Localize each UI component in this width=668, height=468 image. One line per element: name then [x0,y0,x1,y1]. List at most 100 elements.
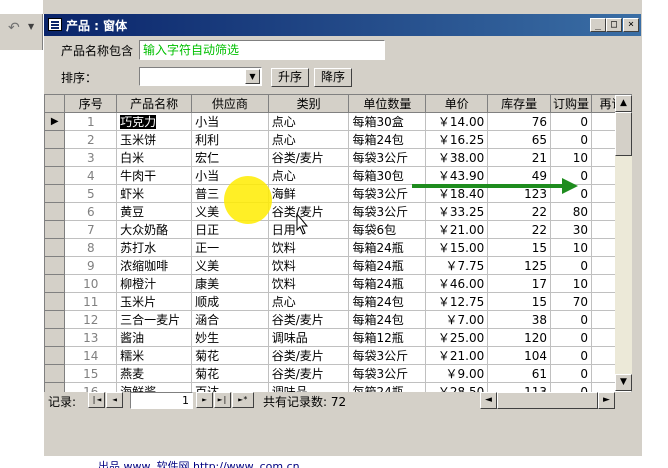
horizontal-scrollbar[interactable]: ◄ ► [480,392,615,409]
record-selector[interactable] [45,130,66,149]
scroll-right-button[interactable]: ► [598,392,615,409]
cell-stock[interactable]: 76 [487,112,552,131]
cell-name[interactable]: 大众奶酪 [116,220,193,239]
cell-stock[interactable]: 15 [487,238,552,257]
cell-unit[interactable]: 每袋3公斤 [348,148,427,167]
cell-stock[interactable]: 22 [487,202,552,221]
cell-name[interactable]: 巧克力 [116,112,193,131]
record-selector[interactable] [45,382,66,392]
cell-name[interactable]: 苏打水 [116,238,193,257]
record-selector[interactable] [45,202,66,221]
cell-unit[interactable]: 每箱30盒 [348,112,427,131]
cell-price[interactable]: ￥33.25 [425,202,489,221]
table-row[interactable]: 11 玉米片 顺成 点心 每箱24包 ￥12.75 15 70 [45,292,632,311]
maximize-button[interactable]: □ [606,18,622,32]
sort-asc-button[interactable]: 升序 [271,68,309,87]
cell-order[interactable]: 0 [550,112,593,131]
cell-supplier[interactable]: 百达 [191,382,269,392]
scroll-up-button[interactable]: ▲ [615,95,632,112]
cell-order[interactable]: 10 [550,148,593,167]
cell-unit[interactable]: 每箱24瓶 [348,274,427,293]
cell-order[interactable]: 0 [550,328,593,347]
cell-supplier[interactable]: 利利 [191,130,269,149]
cell-price[interactable]: ￥21.00 [425,220,489,239]
cell-unit[interactable]: 每箱24包 [348,292,427,311]
table-row[interactable]: 14 糯米 菊花 谷类/麦片 每袋3公斤 ￥21.00 104 0 [45,346,632,365]
sort-desc-button[interactable]: 降序 [314,68,352,87]
cell-order[interactable]: 0 [550,130,593,149]
cell-name[interactable]: 虾米 [116,184,193,203]
chevron-down-icon[interactable]: ▼ [245,69,260,84]
table-row[interactable]: ▶ 1 巧克力 小当 点心 每箱30盒 ￥14.00 76 0 [45,112,632,131]
cell-id[interactable]: 9 [64,256,118,275]
cell-order[interactable]: 10 [550,238,593,257]
close-button[interactable]: × [623,18,639,32]
cell-category[interactable]: 海鲜 [268,184,350,203]
cell-order[interactable]: 0 [550,166,593,185]
cell-stock[interactable]: 113 [487,382,552,392]
column-header[interactable]: 供应商 [191,95,269,113]
cell-name[interactable]: 柳橙汁 [116,274,193,293]
cell-unit[interactable]: 每箱12瓶 [348,328,427,347]
cell-name[interactable]: 白米 [116,148,193,167]
cell-category[interactable]: 饮料 [268,238,350,257]
cell-id[interactable]: 4 [64,166,118,185]
cell-unit[interactable]: 每箱24瓶 [348,382,427,392]
cell-id[interactable]: 2 [64,130,118,149]
cell-category[interactable]: 点心 [268,292,350,311]
column-header[interactable]: 单价 [425,95,489,113]
cell-stock[interactable]: 65 [487,130,552,149]
record-selector[interactable] [45,238,66,257]
cell-category[interactable]: 饮料 [268,274,350,293]
scroll-thumb[interactable] [615,112,632,156]
cell-price[interactable]: ￥38.00 [425,148,489,167]
cell-unit[interactable]: 每袋6包 [348,220,427,239]
cell-id[interactable]: 7 [64,220,118,239]
record-selector[interactable] [45,256,66,275]
cell-unit[interactable]: 每箱30包 [348,166,427,185]
cell-unit[interactable]: 每袋3公斤 [348,184,427,203]
cell-supplier[interactable]: 正一 [191,238,269,257]
cell-name[interactable]: 黄豆 [116,202,193,221]
cell-supplier[interactable]: 妙生 [191,328,269,347]
cell-id[interactable]: 3 [64,148,118,167]
column-header[interactable]: 类别 [268,95,350,113]
cell-unit[interactable]: 每箱24包 [348,130,427,149]
cell-id[interactable]: 8 [64,238,118,257]
cell-id[interactable]: 1 [64,112,118,131]
cell-order[interactable]: 0 [550,382,593,392]
cell-category[interactable]: 谷类/麦片 [268,346,350,365]
cell-name[interactable]: 酱油 [116,328,193,347]
cell-category[interactable]: 谷类/麦片 [268,310,350,329]
cell-supplier[interactable]: 小当 [191,166,269,185]
column-header[interactable]: 订购量 [550,95,593,113]
record-selector[interactable]: ▶ [45,112,66,131]
cell-unit[interactable]: 每袋3公斤 [348,346,427,365]
table-row[interactable]: 10 柳橙汁 康美 饮料 每箱24瓶 ￥46.00 17 10 [45,274,632,293]
cell-supplier[interactable]: 涵合 [191,310,269,329]
vertical-scrollbar[interactable]: ▲ ▼ [615,95,632,391]
cell-price[interactable]: ￥9.00 [425,364,489,383]
cell-id[interactable]: 10 [64,274,118,293]
cell-category[interactable]: 谷类/麦片 [268,148,350,167]
cell-supplier[interactable]: 普三 [191,184,269,203]
cell-order[interactable]: 30 [550,220,593,239]
cell-stock[interactable]: 22 [487,220,552,239]
cell-unit[interactable]: 每袋3公斤 [348,364,427,383]
cell-id[interactable]: 12 [64,310,118,329]
cell-unit[interactable]: 每箱24瓶 [348,238,427,257]
last-record-button[interactable]: ►| [214,392,231,408]
current-record-field[interactable]: 1 [130,392,193,409]
cell-order[interactable]: 70 [550,292,593,311]
column-header[interactable]: 库存量 [487,95,552,113]
cell-name[interactable]: 玉米片 [116,292,193,311]
cell-supplier[interactable]: 顺成 [191,292,269,311]
cell-name[interactable]: 三合一麦片 [116,310,193,329]
record-selector[interactable] [45,166,66,185]
cell-category[interactable]: 日用 [268,220,350,239]
cell-name[interactable]: 牛肉干 [116,166,193,185]
record-selector[interactable] [45,364,66,383]
cell-name[interactable]: 糯米 [116,346,193,365]
record-selector[interactable] [45,148,66,167]
sort-select[interactable]: ▼ [139,67,262,86]
